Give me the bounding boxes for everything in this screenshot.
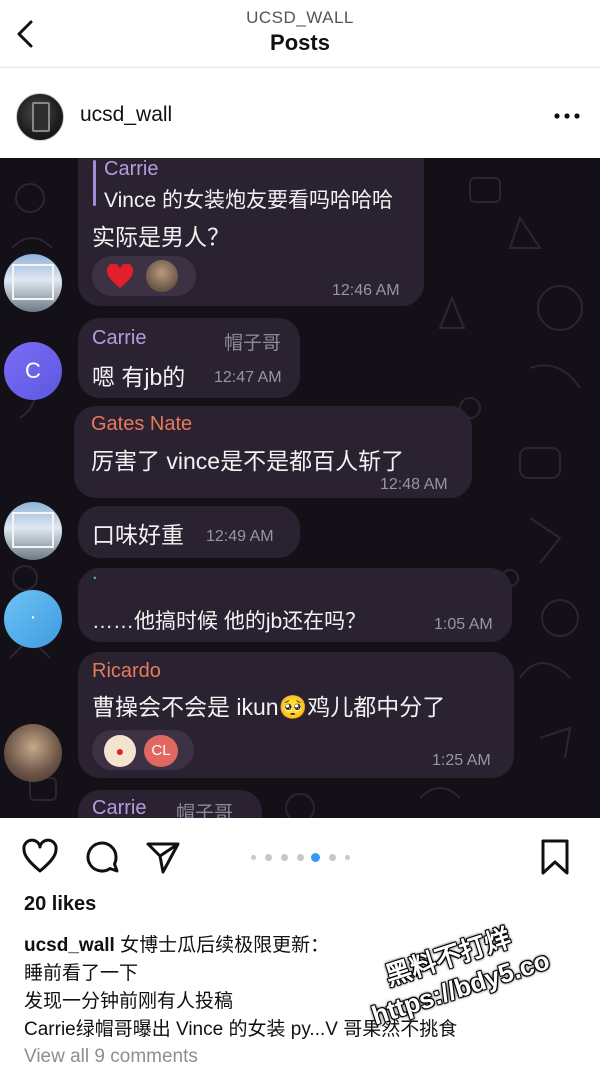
avatar-user-window[interactable] xyxy=(4,254,62,312)
caption-line-1: ucsd_wall 女博士瓜后续极限更新： xyxy=(24,930,329,957)
message-text: 口味好重 xyxy=(92,522,184,548)
more-options-icon[interactable] xyxy=(552,106,582,126)
avatar-user-photo[interactable] xyxy=(4,724,62,782)
post-header: ucsd_wall xyxy=(0,68,600,160)
message-time: 1:25 AM xyxy=(432,752,491,769)
sender-name: . xyxy=(92,562,98,584)
message-time: 1:05 AM xyxy=(434,616,493,633)
profile-avatar[interactable] xyxy=(16,93,64,141)
post-image-chat-screenshot[interactable]: Carrie Vince 的女装炮友要看吗哈哈哈 实际是男人？ 12:46 AM… xyxy=(0,158,600,818)
clown-reaction-icon: ● xyxy=(104,735,136,767)
message-time: 12:48 AM xyxy=(380,476,448,493)
message-time: 12:46 AM xyxy=(332,282,400,299)
carousel-dot xyxy=(265,854,272,861)
top-nav-bar: UCSD_WALL Posts xyxy=(0,0,600,68)
quote-sender: Carrie xyxy=(104,158,159,180)
message-text: 厉害了 vince是不是都百人斩了 xyxy=(91,448,405,474)
bookmark-icon[interactable] xyxy=(538,838,572,876)
share-icon[interactable] xyxy=(144,838,182,876)
avatar-dot[interactable]: · xyxy=(4,590,62,648)
account-label: UCSD_WALL xyxy=(246,8,354,27)
heart-icon[interactable] xyxy=(21,838,59,876)
sender-role: 帽子哥 xyxy=(224,333,282,354)
carousel-dot xyxy=(329,854,336,861)
reply-quote-bar xyxy=(93,160,96,206)
sender-name: Gates Nate xyxy=(91,413,193,435)
carousel-dot xyxy=(281,854,288,861)
sender-name: Carrie xyxy=(92,797,147,818)
caption-line-2: 睡前看了一下 xyxy=(24,963,139,984)
carousel-dot xyxy=(345,855,350,860)
view-all-comments-link[interactable]: View all 9 comments xyxy=(24,1046,198,1068)
heart-reaction-icon xyxy=(106,264,134,288)
message-time: 12:49 AM xyxy=(206,528,274,545)
comment-icon[interactable] xyxy=(83,838,121,876)
caption-username[interactable]: ucsd_wall xyxy=(24,935,115,956)
caption-text: 女博士瓜后续极限更新： xyxy=(120,935,330,956)
carousel-dot xyxy=(251,855,256,860)
message-text: ……他搞时候 他的jb还在吗？ xyxy=(92,610,367,633)
sender-name: Ricardo xyxy=(92,660,161,682)
page-title: Posts xyxy=(270,30,330,55)
message-text: 实际是男人？ xyxy=(92,224,230,250)
likes-count[interactable]: 20 likes xyxy=(24,893,96,916)
post-actions xyxy=(0,818,600,892)
carousel-dot-active xyxy=(311,853,320,862)
avatar-letter[interactable]: C xyxy=(4,342,62,400)
door-icon xyxy=(32,102,50,132)
message-text: 曹操会不会是 ikun🥺鸡儿都中分了 xyxy=(92,694,446,720)
reaction-user-avatar xyxy=(146,260,178,292)
carousel-dot xyxy=(297,854,304,861)
post-username[interactable]: ucsd_wall xyxy=(80,103,172,127)
sender-role: 帽子哥 xyxy=(176,803,234,818)
message-time: 12:47 AM xyxy=(214,369,282,386)
caption-line-3: 发现一分钟前刚有人投稿 xyxy=(24,991,234,1012)
sender-name: Carrie xyxy=(92,327,147,349)
quote-text: Vince 的女装炮友要看吗哈哈哈 xyxy=(104,189,393,212)
reaction-avatar-letters: CL xyxy=(144,735,178,767)
message-text: 嗯 有jb的 xyxy=(92,364,186,390)
avatar-user-window[interactable] xyxy=(4,502,62,560)
